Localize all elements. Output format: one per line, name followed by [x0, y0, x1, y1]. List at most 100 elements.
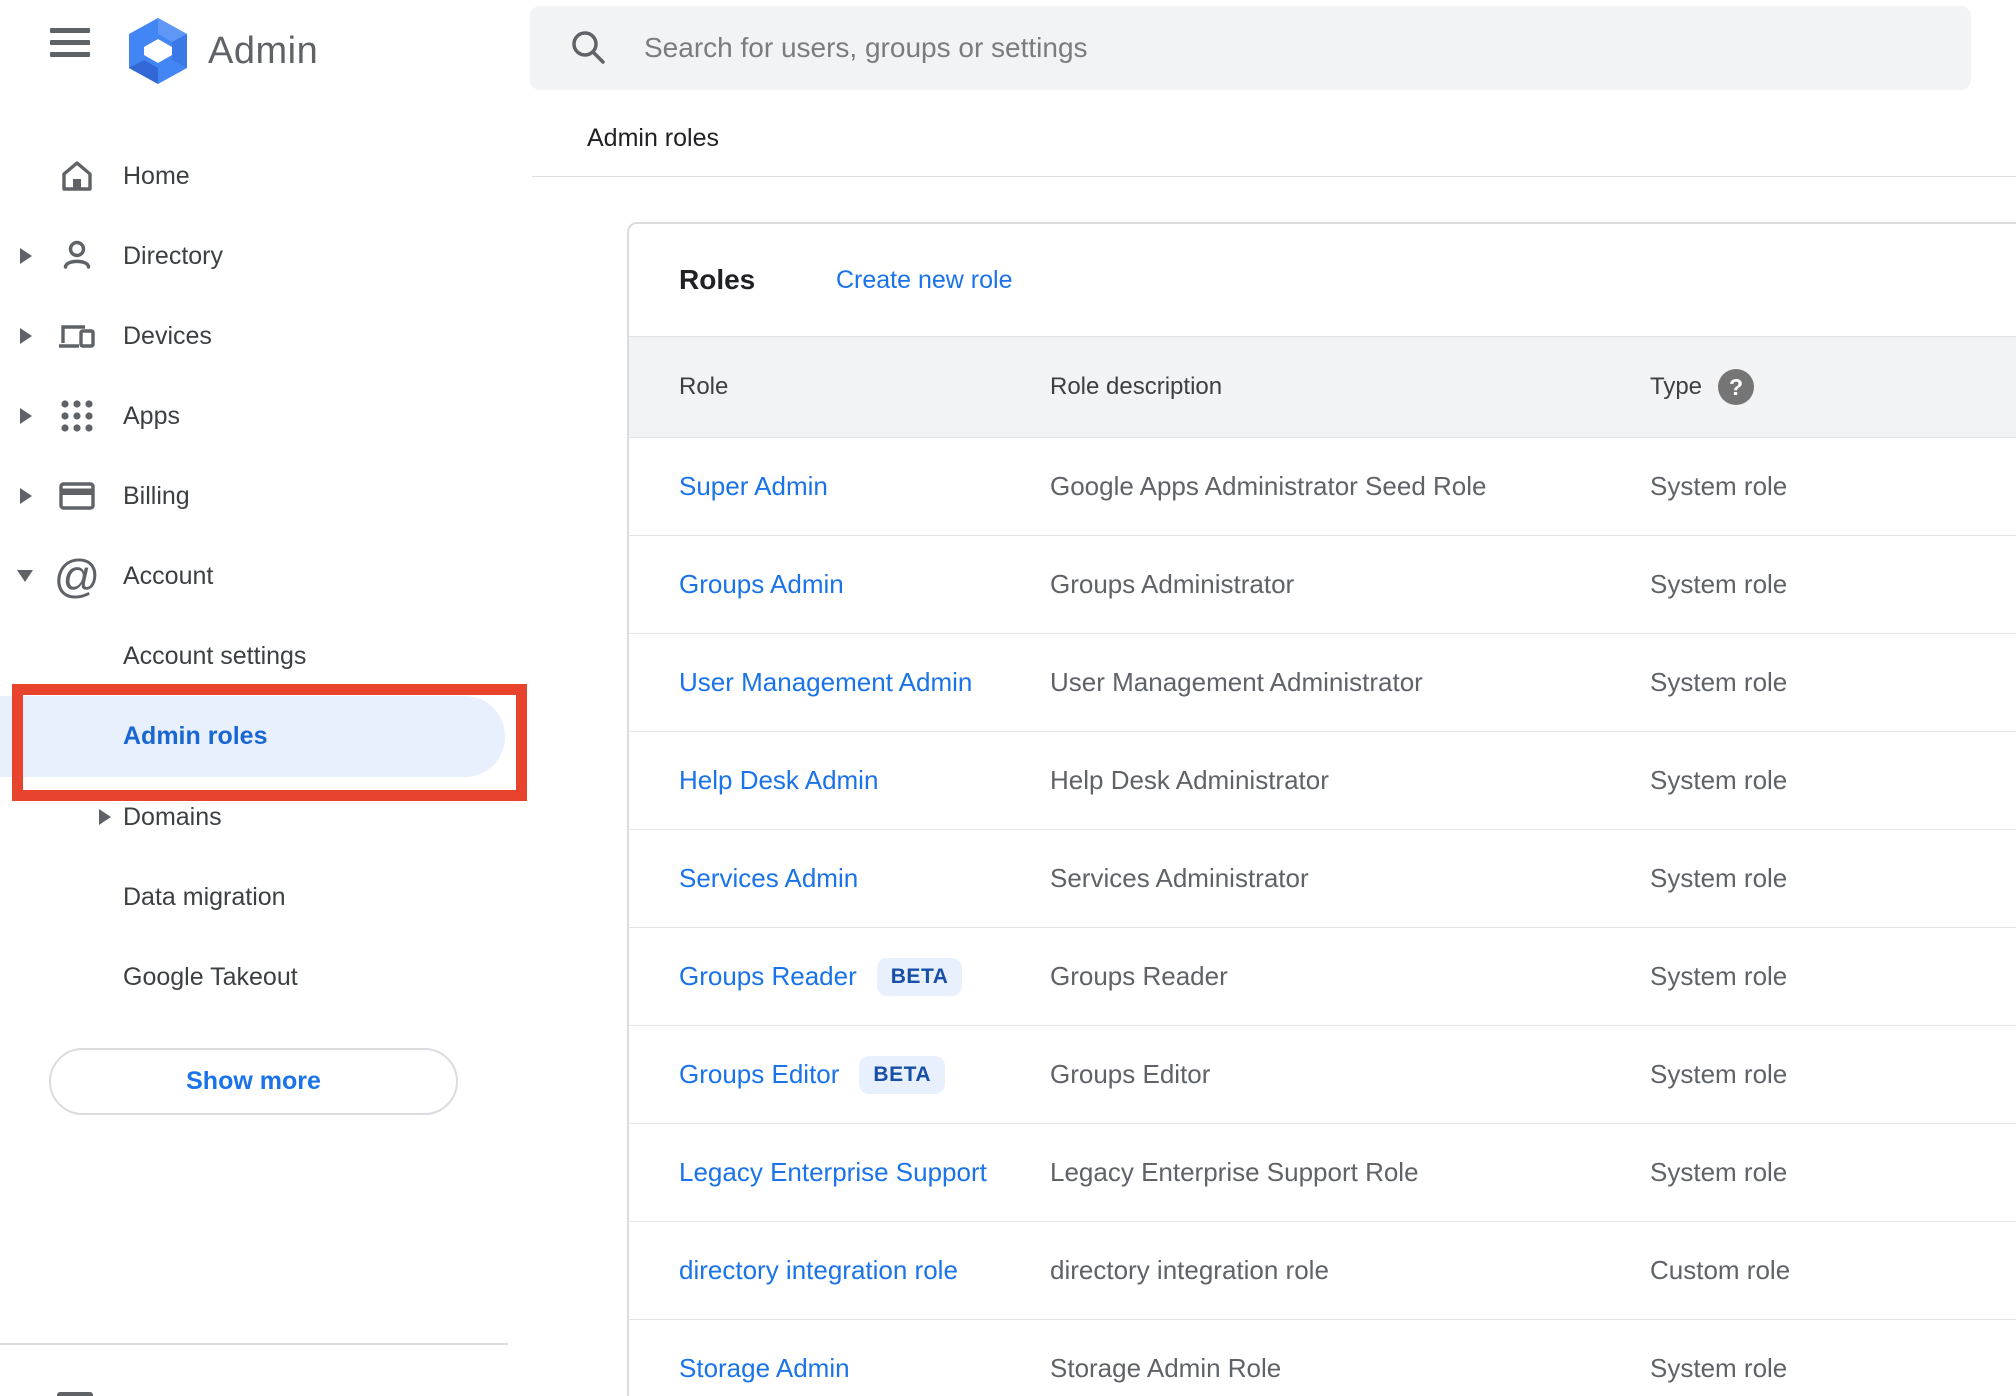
show-more-button[interactable]: Show more — [49, 1048, 458, 1115]
role-description-cell: Help Desk Administrator — [1050, 765, 1329, 795]
sidebar-bottom-divider — [0, 1343, 508, 1345]
sidebar-item-account-settings[interactable]: Account settings — [0, 616, 505, 696]
roles-card-titlebar: Roles Create new role — [629, 224, 2016, 336]
role-type-cell: System role — [1650, 961, 1788, 991]
sidebar-item-label: Admin roles — [123, 722, 268, 750]
role-description-cell: Groups Reader — [1050, 961, 1228, 991]
sidebar-item-billing[interactable]: Billing — [0, 456, 505, 536]
role-cell: Storage Admin — [679, 1353, 1050, 1384]
role-description-cell: Groups Administrator — [1050, 569, 1295, 599]
role-description-cell: Groups Editor — [1050, 1059, 1211, 1089]
sidebar-item-label: Billing — [123, 481, 190, 510]
sidebar-item-admin-roles[interactable]: Admin roles — [0, 696, 505, 777]
sidebar-nav: Home Directory Devices Apps Billing @ Account A… — [0, 136, 530, 1017]
role-type-cell: Custom role — [1650, 1255, 1791, 1285]
sidebar-item-label: Google Takeout — [123, 962, 298, 991]
role-description-cell: Services Administrator — [1050, 863, 1309, 893]
partially-visible-icon — [57, 1392, 93, 1396]
sidebar-item-label: Domains — [123, 802, 222, 831]
table-row: Super Admin Google Apps Administrator See… — [629, 438, 2016, 536]
role-link[interactable]: Super Admin — [679, 471, 828, 502]
role-type-cell: System role — [1650, 569, 1788, 599]
role-description-cell: User Management Administrator — [1050, 667, 1423, 697]
role-description-cell: directory integration role — [1050, 1255, 1329, 1285]
role-link[interactable]: Storage Admin — [679, 1353, 850, 1384]
role-description-cell: Storage Admin Role — [1050, 1353, 1282, 1383]
table-body: Super Admin Google Apps Administrator See… — [629, 438, 2016, 1396]
expand-arrow-icon[interactable] — [20, 408, 32, 424]
column-header-role: Role — [679, 373, 729, 400]
role-link[interactable]: Legacy Enterprise Support — [679, 1157, 987, 1188]
admin-logo-text: Admin — [208, 29, 319, 72]
search-input[interactable] — [644, 32, 1971, 64]
role-type-cell: System role — [1650, 1353, 1788, 1383]
role-link[interactable]: Services Admin — [679, 863, 858, 894]
role-link[interactable]: Groups Admin — [679, 569, 844, 600]
role-cell: Super Admin — [679, 471, 1050, 502]
search-bar[interactable] — [530, 6, 1971, 90]
expand-arrow-icon[interactable] — [20, 248, 32, 264]
sidebar-header: Admin — [0, 0, 530, 136]
apps-grid-icon — [56, 395, 98, 437]
sidebar-item-domains[interactable]: Domains — [0, 777, 505, 857]
role-description-cell: Google Apps Administrator Seed Role — [1050, 471, 1487, 501]
role-cell: Groups Reader BETA — [679, 957, 1050, 996]
role-type-cell: System role — [1650, 863, 1788, 893]
help-icon[interactable]: ? — [1718, 369, 1755, 405]
role-cell: Legacy Enterprise Support — [679, 1157, 1050, 1188]
table-row: Storage Admin Storage Admin Role System ro… — [629, 1320, 2016, 1396]
table-row: User Management Admin User Management Adm… — [629, 634, 2016, 732]
sidebar-item-label: Data migration — [123, 882, 286, 911]
role-type-cell: System role — [1650, 1059, 1788, 1089]
table-row: Groups Reader BETA Groups Reader System rol… — [629, 928, 2016, 1026]
role-link[interactable]: Groups Reader — [679, 961, 857, 992]
table-header-row: Role Role description Type ? — [629, 336, 2016, 438]
search-icon — [572, 31, 605, 64]
header-divider — [532, 176, 2016, 177]
create-new-role-link[interactable]: Create new role — [836, 266, 1012, 295]
credit-card-icon — [56, 475, 98, 517]
collapse-arrow-icon[interactable] — [17, 570, 33, 582]
role-description-cell: Legacy Enterprise Support Role — [1050, 1157, 1419, 1187]
sidebar-item-google-takeout[interactable]: Google Takeout — [0, 937, 505, 1017]
column-header-description: Role description — [1050, 373, 1223, 400]
sidebar-item-account[interactable]: @ Account — [0, 536, 505, 616]
sidebar-item-home[interactable]: Home — [0, 136, 505, 216]
role-link[interactable]: Help Desk Admin — [679, 765, 878, 796]
role-link[interactable]: Groups Editor — [679, 1059, 839, 1090]
role-type-cell: System role — [1650, 471, 1788, 501]
breadcrumb: Admin roles — [587, 124, 719, 152]
sidebar-item-directory[interactable]: Directory — [0, 216, 505, 296]
expand-arrow-icon[interactable] — [99, 809, 111, 825]
table-row: Groups Admin Groups Administrator System r… — [629, 536, 2016, 634]
roles-title: Roles — [679, 264, 756, 295]
admin-hexagon-icon — [129, 18, 187, 84]
role-cell: Help Desk Admin — [679, 765, 1050, 796]
role-link[interactable]: User Management Admin — [679, 667, 972, 698]
sidebar-item-devices[interactable]: Devices — [0, 296, 505, 376]
sidebar-item-label: Account settings — [123, 641, 307, 670]
role-cell: User Management Admin — [679, 667, 1050, 698]
sidebar-item-label: Account — [123, 561, 214, 590]
table-row: Groups Editor BETA Groups Editor System rol… — [629, 1026, 2016, 1124]
expand-arrow-icon[interactable] — [20, 328, 32, 344]
sidebar-item-data-migration[interactable]: Data migration — [0, 857, 505, 937]
home-icon — [56, 155, 98, 197]
role-type-cell: System role — [1650, 667, 1788, 697]
beta-badge: BETA — [859, 1055, 946, 1094]
sidebar-item-label: Home — [123, 161, 190, 190]
column-header-type: Type ? — [1650, 369, 2016, 405]
role-link[interactable]: directory integration role — [679, 1255, 958, 1286]
sidebar-item-label: Directory — [123, 241, 224, 270]
table-row: Help Desk Admin Help Desk Administrator Sy… — [629, 732, 2016, 830]
role-cell: directory integration role — [679, 1255, 1050, 1286]
at-sign-icon: @ — [53, 550, 101, 602]
hamburger-menu-icon[interactable] — [50, 27, 90, 59]
admin-logo: Admin — [128, 13, 318, 89]
expand-arrow-icon[interactable] — [20, 488, 32, 504]
sidebar-item-apps[interactable]: Apps — [0, 376, 505, 456]
beta-badge: BETA — [876, 957, 963, 996]
table-row: Services Admin Services Administrator Syst… — [629, 830, 2016, 928]
sidebar-item-label: Devices — [123, 321, 212, 350]
devices-icon — [56, 315, 98, 357]
